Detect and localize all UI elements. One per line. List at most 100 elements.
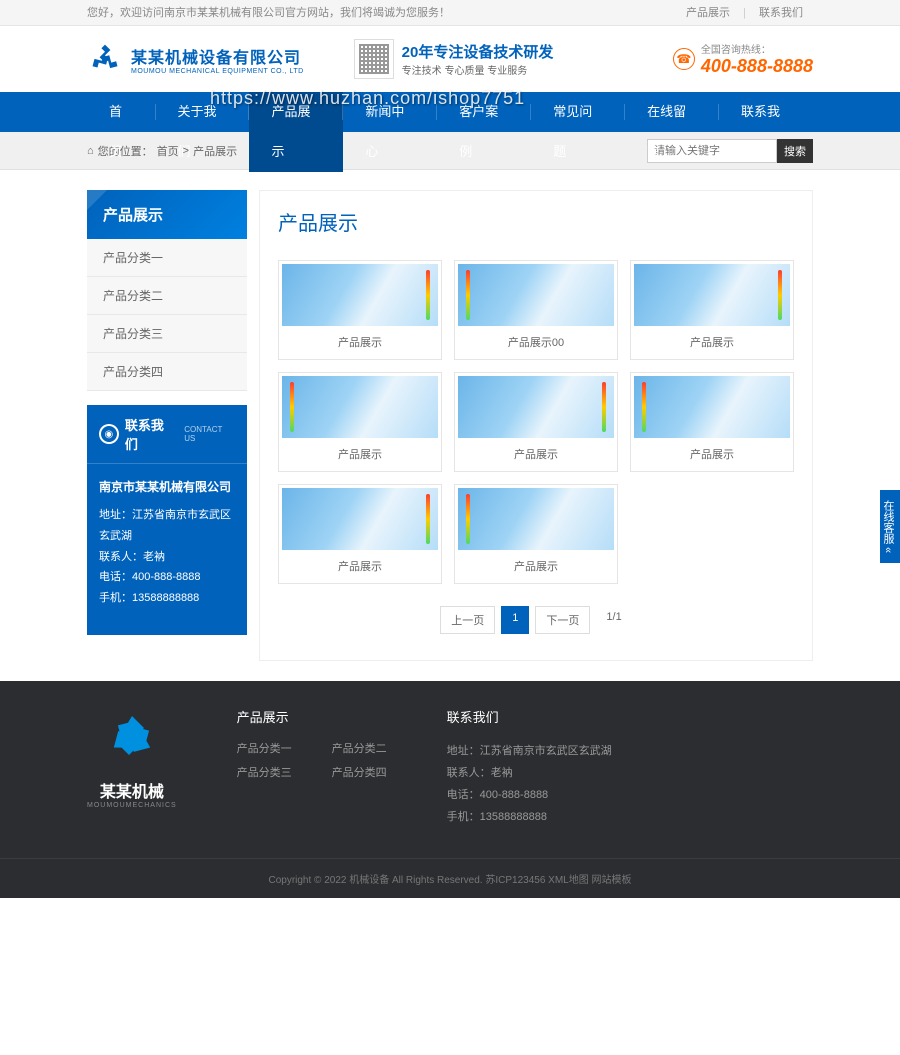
logo-text-cn: 某某机械设备有限公司 (131, 44, 304, 68)
product-card[interactable]: 产品展示 (454, 484, 618, 584)
logo-text-en: MOUMOU MECHANICAL EQUIPMENT CO., LTD (131, 68, 304, 75)
separator: | (743, 7, 746, 19)
product-card[interactable]: 产品展示 (454, 372, 618, 472)
nav-link[interactable]: 新闻中心 (343, 92, 437, 172)
nav-link[interactable]: 关于我们 (156, 92, 250, 172)
f-address-label: 地址： (447, 745, 480, 757)
page-title: 产品展示 (278, 207, 794, 246)
page-prev[interactable]: 上一页 (440, 606, 495, 634)
sidebar-title: 产品展示 (87, 190, 247, 239)
nav-link[interactable]: 在线留言 (625, 92, 719, 172)
footer-col-contact: 联系我们 地址：江苏省南京市玄武区玄武湖 联系人：老衲 电话：400-888-8… (447, 707, 612, 828)
sidebar-item-2[interactable]: 产品分类三 (87, 315, 247, 353)
f-person: 老衲 (491, 767, 513, 779)
contact-title-cn: 联系我们 (125, 415, 176, 453)
footer-col1-title: 产品展示 (237, 707, 387, 726)
nav-item-0[interactable]: 首页 (87, 92, 156, 172)
hotline: ☎ 全国咨询热线： 400-888-8888 (673, 41, 813, 77)
toplink-products[interactable]: 产品展示 (676, 7, 740, 19)
f-person-label: 联系人： (447, 767, 491, 779)
sidebar-menu: 产品分类一产品分类二产品分类三产品分类四 (87, 239, 247, 391)
footer-link-2[interactable]: 产品分类三 (237, 764, 292, 780)
footer-col2-title: 联系我们 (447, 707, 612, 726)
nav-link[interactable]: 首页 (87, 92, 156, 172)
product-name: 产品展示 (282, 326, 438, 356)
main: 产品展示 产品分类一产品分类二产品分类三产品分类四 ◉ 联系我们 CONTACT… (0, 170, 900, 681)
product-card[interactable]: 产品展示 (630, 260, 794, 360)
phone-icon: ☎ (673, 48, 695, 70)
float-service-button[interactable]: 在线客服 « (880, 490, 900, 563)
welcome-text: 您好，欢迎访问南京市某某机械有限公司官方网站，我们将竭诚为您服务！ (87, 0, 450, 26)
product-card[interactable]: 产品展示 (278, 372, 442, 472)
product-name: 产品展示 (634, 326, 790, 356)
page-info: 1/1 (596, 606, 631, 634)
product-grid: 产品展示产品展示00产品展示产品展示产品展示产品展示产品展示产品展示 (278, 260, 794, 584)
product-image (282, 376, 438, 438)
nav-item-2[interactable]: 产品展示 (249, 92, 343, 172)
contact-address-label: 地址： (99, 509, 132, 521)
product-image (282, 488, 438, 550)
contact-company: 南京市某某机械有限公司 (99, 476, 235, 499)
footer: 某某机械 MOUMOUMECHANICS 产品展示 产品分类一产品分类二产品分类… (0, 681, 900, 898)
product-card[interactable]: 产品展示 (278, 260, 442, 360)
sidebar-item-3[interactable]: 产品分类四 (87, 353, 247, 391)
contact-mobile-label: 手机： (99, 592, 132, 604)
hotline-number: 400-888-8888 (701, 56, 813, 77)
footer-copyright: Copyright © 2022 机械设备 All Rights Reserve… (0, 858, 900, 898)
product-image (458, 488, 614, 550)
product-name: 产品展示 (458, 550, 614, 580)
page-current[interactable]: 1 (501, 606, 529, 634)
nav-link[interactable]: 产品展示 (249, 92, 343, 172)
product-card[interactable]: 产品展示00 (454, 260, 618, 360)
footer-link-0[interactable]: 产品分类一 (237, 740, 292, 756)
nav-item-6[interactable]: 在线留言 (625, 92, 719, 172)
nav-link[interactable]: 联系我们 (719, 92, 813, 172)
nav-link[interactable]: 客户案例 (437, 92, 531, 172)
headset-icon: ◉ (99, 424, 119, 444)
f-tel-label: 电话： (447, 789, 480, 801)
contact-title-en: CONTACT US (184, 425, 235, 443)
product-name: 产品展示 (282, 438, 438, 468)
footer-link-1[interactable]: 产品分类二 (332, 740, 387, 756)
hotline-label: 全国咨询热线： (701, 41, 813, 56)
logo[interactable]: 某某机械设备有限公司 MOUMOU MECHANICAL EQUIPMENT C… (87, 41, 304, 77)
topbar: 您好，欢迎访问南京市某某机械有限公司官方网站，我们将竭诚为您服务！ 产品展示 |… (0, 0, 900, 26)
main-nav: 首页关于我们产品展示新闻中心客户案例常见问题在线留言联系我们 (0, 92, 900, 132)
footer-logo-en: MOUMOUMECHANICS (87, 802, 177, 809)
f-tel: 400-888-8888 (480, 789, 549, 801)
footer-logo-cn: 某某机械 (87, 778, 177, 802)
header: 某某机械设备有限公司 MOUMOU MECHANICAL EQUIPMENT C… (0, 26, 900, 92)
product-image (458, 264, 614, 326)
nav-item-1[interactable]: 关于我们 (156, 92, 250, 172)
product-name: 产品展示 (634, 438, 790, 468)
page-next[interactable]: 下一页 (535, 606, 590, 634)
nav-link[interactable]: 常见问题 (531, 92, 625, 172)
slogan-sub: 专注技术 专心质量 专业服务 (402, 62, 554, 77)
nav-item-3[interactable]: 新闻中心 (343, 92, 437, 172)
footer-links: 产品分类一 产品分类二产品分类三 产品分类四 (237, 740, 387, 780)
sidebar-item-1[interactable]: 产品分类二 (87, 277, 247, 315)
product-image (634, 264, 790, 326)
footer-col-products: 产品展示 产品分类一 产品分类二产品分类三 产品分类四 (237, 707, 387, 828)
product-card[interactable]: 产品展示 (278, 484, 442, 584)
contact-tel: 400-888-8888 (132, 571, 201, 583)
f-address: 江苏省南京市玄武区玄武湖 (480, 745, 612, 757)
footer-logo-icon (102, 707, 162, 767)
contact-person: 老衲 (143, 551, 165, 563)
nav-item-4[interactable]: 客户案例 (437, 92, 531, 172)
qr-block: 20年专注设备技术研发 专注技术 专心质量 专业服务 (354, 39, 554, 79)
footer-logo: 某某机械 MOUMOUMECHANICS (87, 707, 177, 828)
nav-item-7[interactable]: 联系我们 (719, 92, 813, 172)
sidebar-item-0[interactable]: 产品分类一 (87, 239, 247, 277)
nav-item-5[interactable]: 常见问题 (531, 92, 625, 172)
contact-person-label: 联系人： (99, 551, 143, 563)
slogan-main: 20年专注设备技术研发 (402, 41, 554, 62)
product-card[interactable]: 产品展示 (630, 372, 794, 472)
contact-mobile: 13588888888 (132, 592, 199, 604)
f-mobile: 13588888888 (480, 811, 547, 823)
toplink-contact[interactable]: 联系我们 (749, 7, 813, 19)
product-name: 产品展示00 (458, 326, 614, 356)
pagination: 上一页 1 下一页 1/1 (278, 606, 794, 634)
footer-link-3[interactable]: 产品分类四 (332, 764, 387, 780)
content: 产品展示 产品展示产品展示00产品展示产品展示产品展示产品展示产品展示产品展示 … (259, 190, 813, 661)
